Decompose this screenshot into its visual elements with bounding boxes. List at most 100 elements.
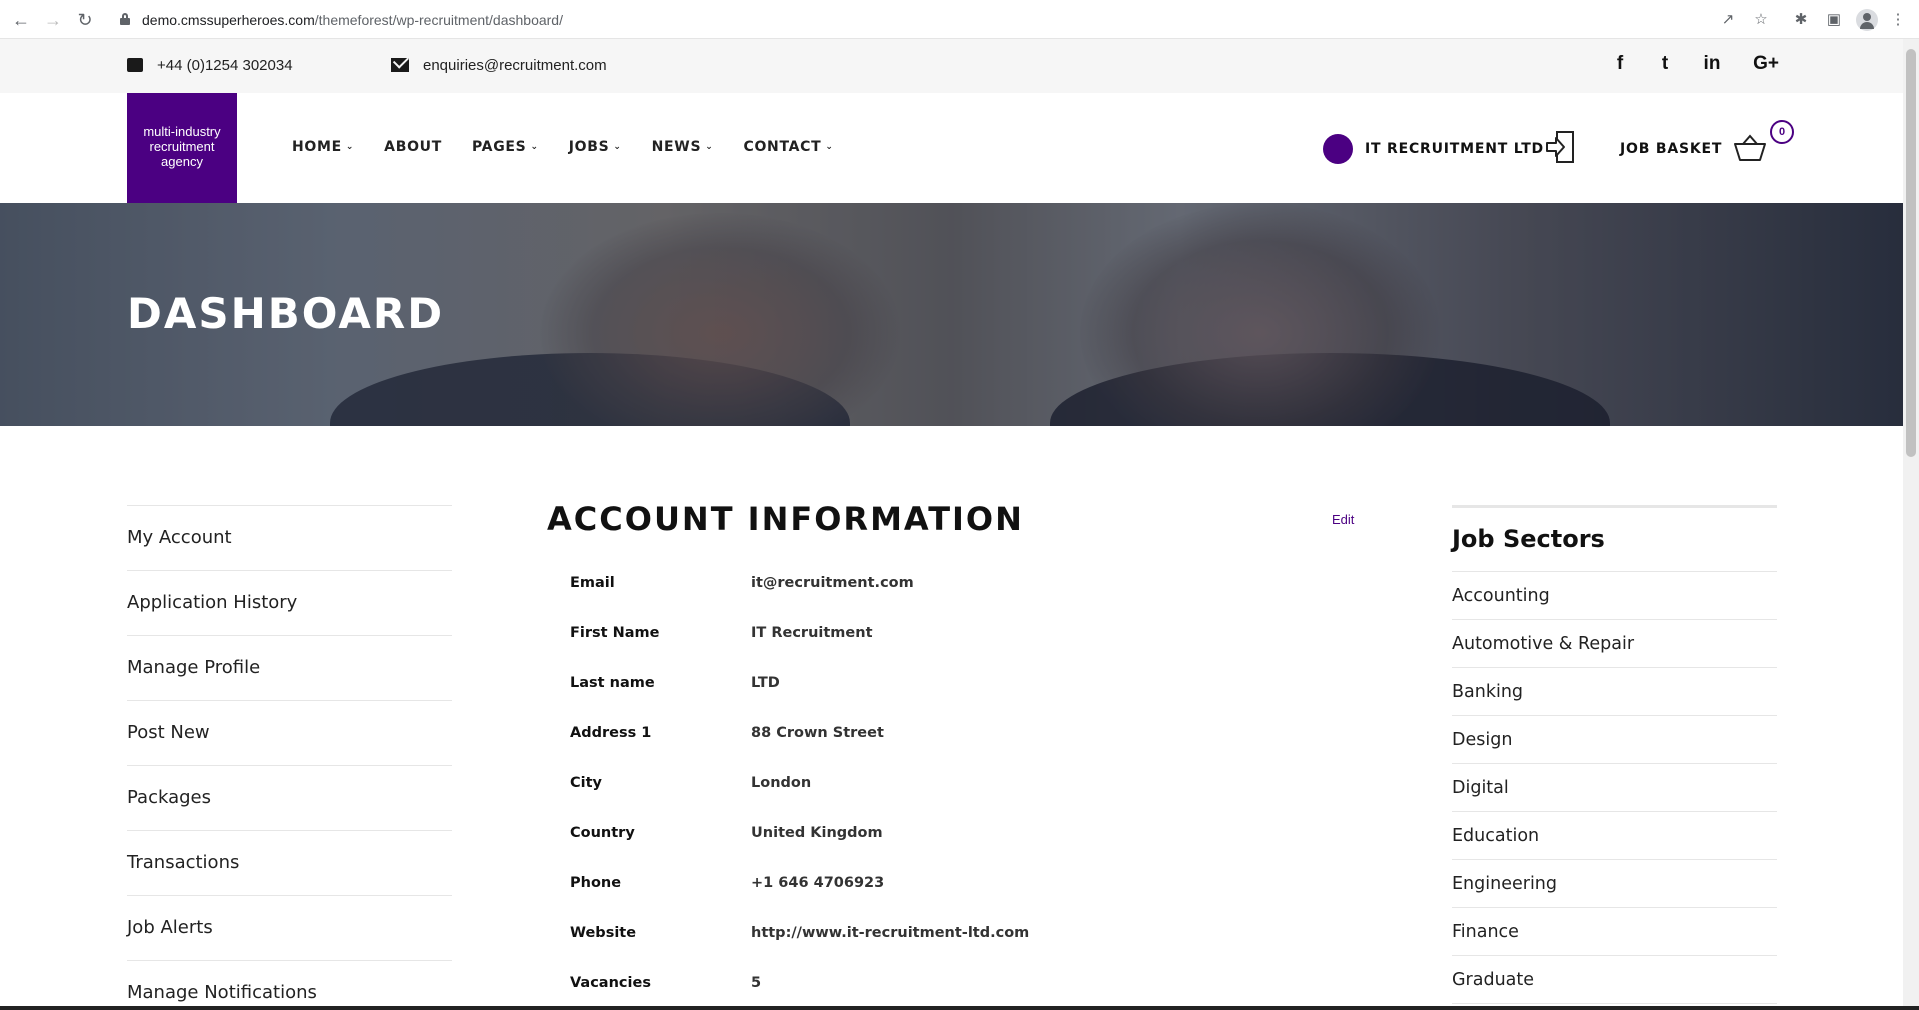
field-label: Last name	[570, 675, 655, 691]
field-value: United Kingdom	[751, 825, 883, 841]
basket-count-badge: 0	[1770, 120, 1794, 144]
field-label: Vacancies	[570, 975, 651, 991]
field-row: Last name LTD	[570, 675, 1270, 725]
field-row: City London	[570, 775, 1270, 825]
field-row: Website http://www.it-recruitment-ltd.com	[570, 925, 1270, 975]
forward-icon[interactable]: →	[42, 9, 64, 31]
sidebar-item-job-alerts[interactable]: Job Alerts	[127, 895, 452, 960]
phone-icon	[127, 58, 143, 72]
sector-link-accounting[interactable]: Accounting	[1452, 572, 1777, 620]
nav-pages[interactable]: PAGES ⌄	[472, 139, 539, 155]
company-name: IT RECRUITMENT LTD	[1365, 141, 1544, 157]
sidebar-item-transactions[interactable]: Transactions	[127, 830, 452, 895]
field-label: Address 1	[570, 725, 652, 741]
nav-home[interactable]: HOME ⌄	[292, 139, 354, 155]
sidebar-item-packages[interactable]: Packages	[127, 765, 452, 830]
linkedin-icon[interactable]: in	[1698, 53, 1726, 75]
job-sectors-widget: Job Sectors Accounting Automotive & Repa…	[1452, 505, 1777, 1004]
scrollbar-thumb[interactable]	[1906, 49, 1916, 457]
chevron-down-icon: ⌄	[530, 142, 539, 152]
page-scrollbar[interactable]	[1903, 39, 1919, 1010]
nav-news[interactable]: NEWS ⌄	[652, 139, 714, 155]
chevron-down-icon: ⌄	[825, 142, 834, 152]
field-label: Email	[570, 575, 615, 591]
page-hero-banner: DASHBOARD	[0, 203, 1903, 426]
sidebar-item-manage-profile[interactable]: Manage Profile	[127, 635, 452, 700]
address-bar[interactable]: demo.cmssuperheroes.com/themeforest/wp-r…	[108, 6, 1768, 34]
phone-contact[interactable]: +44 (0)1254 302034	[127, 57, 293, 74]
bookmark-star-icon[interactable]: ☆	[1751, 10, 1771, 30]
field-value: IT Recruitment	[751, 625, 873, 641]
field-row: Country United Kingdom	[570, 825, 1270, 875]
nav-jobs[interactable]: JOBS ⌄	[569, 139, 622, 155]
field-label: Country	[570, 825, 635, 841]
basket-icon[interactable]	[1733, 133, 1767, 163]
field-row: First Name IT Recruitment	[570, 625, 1270, 675]
edit-link[interactable]: Edit	[1332, 512, 1354, 527]
menu-kebab-icon[interactable]: ⋮	[1888, 10, 1908, 30]
extensions-icon[interactable]: ✱	[1791, 10, 1811, 30]
page-title: DASHBOARD	[127, 289, 445, 338]
section-title: ACCOUNT INFORMATION	[547, 500, 1024, 538]
field-label: Phone	[570, 875, 622, 891]
sector-link-automotive-repair[interactable]: Automotive & Repair	[1452, 620, 1777, 668]
top-info-bar: +44 (0)1254 302034 enquiries@recruitment…	[0, 39, 1903, 93]
widget-title: Job Sectors	[1452, 508, 1777, 572]
field-row: Phone +1 646 4706923	[570, 875, 1270, 925]
website-link[interactable]: http://www.it-recruitment-ltd.com	[751, 925, 1029, 941]
field-row: Address 1 88 Crown Street	[570, 725, 1270, 775]
sector-link-graduate[interactable]: Graduate	[1452, 956, 1777, 1004]
back-icon[interactable]: ←	[10, 9, 32, 31]
nav-about[interactable]: ABOUT	[384, 139, 442, 155]
email-contact[interactable]: enquiries@recruitment.com	[391, 57, 607, 74]
sidebar-item-post-new[interactable]: Post New	[127, 700, 452, 765]
account-fields: Email it@recruitment.com First Name IT Rec…	[570, 575, 1270, 1010]
email-address: enquiries@recruitment.com	[423, 57, 607, 74]
job-basket-label[interactable]: JOB BASKET	[1620, 141, 1722, 157]
field-value: LTD	[751, 675, 780, 691]
chevron-down-icon: ⌄	[705, 142, 714, 152]
field-label: City	[570, 775, 602, 791]
sector-link-finance[interactable]: Finance	[1452, 908, 1777, 956]
sector-link-banking[interactable]: Banking	[1452, 668, 1777, 716]
site-header: multi-industry recruitment agency HOME ⌄ …	[0, 93, 1903, 203]
dashboard-sidebar: My Account Application History Manage Pr…	[127, 505, 452, 1010]
profile-avatar-icon[interactable]	[1856, 9, 1878, 31]
sector-link-digital[interactable]: Digital	[1452, 764, 1777, 812]
sidebar-item-application-history[interactable]: Application History	[127, 570, 452, 635]
logout-icon[interactable]	[1543, 129, 1579, 165]
field-value: +1 646 4706923	[751, 875, 885, 891]
field-row: Vacancies 5	[570, 975, 1270, 1010]
chevron-down-icon: ⌄	[613, 142, 622, 152]
url-text: demo.cmssuperheroes.com/themeforest/wp-r…	[142, 12, 563, 28]
site-logo[interactable]: multi-industry recruitment agency	[127, 93, 237, 203]
field-value: 88 Crown Street	[751, 725, 884, 741]
sidebar-item-manage-notifications[interactable]: Manage Notifications	[127, 960, 452, 1010]
share-icon[interactable]: ↗	[1718, 10, 1738, 30]
lock-icon	[120, 13, 130, 25]
side-panel-icon[interactable]: ▣	[1824, 10, 1844, 30]
field-value: it@recruitment.com	[751, 575, 914, 591]
nav-contact[interactable]: CONTACT ⌄	[743, 139, 833, 155]
field-value: London	[751, 775, 812, 791]
sector-link-engineering[interactable]: Engineering	[1452, 860, 1777, 908]
company-avatar	[1323, 134, 1353, 164]
mail-icon	[391, 58, 409, 72]
account-information-section: ACCOUNT INFORMATION Edit Email it@recruit…	[547, 500, 1357, 991]
reload-icon[interactable]: ↻	[74, 9, 96, 31]
field-value: 5	[751, 975, 762, 991]
phone-number: +44 (0)1254 302034	[157, 57, 293, 74]
sector-link-education[interactable]: Education	[1452, 812, 1777, 860]
logo-text: multi-industry recruitment agency	[143, 124, 221, 169]
browser-toolbar: ← → ↻ demo.cmssuperheroes.com/themefores…	[0, 0, 1919, 39]
field-label: First Name	[570, 625, 660, 641]
field-row: Email it@recruitment.com	[570, 575, 1270, 625]
twitter-icon[interactable]: t	[1651, 53, 1679, 75]
google-plus-icon[interactable]: G+	[1749, 53, 1783, 75]
sidebar-item-my-account[interactable]: My Account	[127, 505, 452, 570]
facebook-icon[interactable]: f	[1606, 53, 1634, 75]
main-nav: HOME ⌄ ABOUT PAGES ⌄ JOBS ⌄ NEWS ⌄ CONTACT ⌄	[292, 139, 864, 155]
sector-link-design[interactable]: Design	[1452, 716, 1777, 764]
field-label: Website	[570, 925, 637, 941]
chevron-down-icon: ⌄	[345, 142, 355, 152]
